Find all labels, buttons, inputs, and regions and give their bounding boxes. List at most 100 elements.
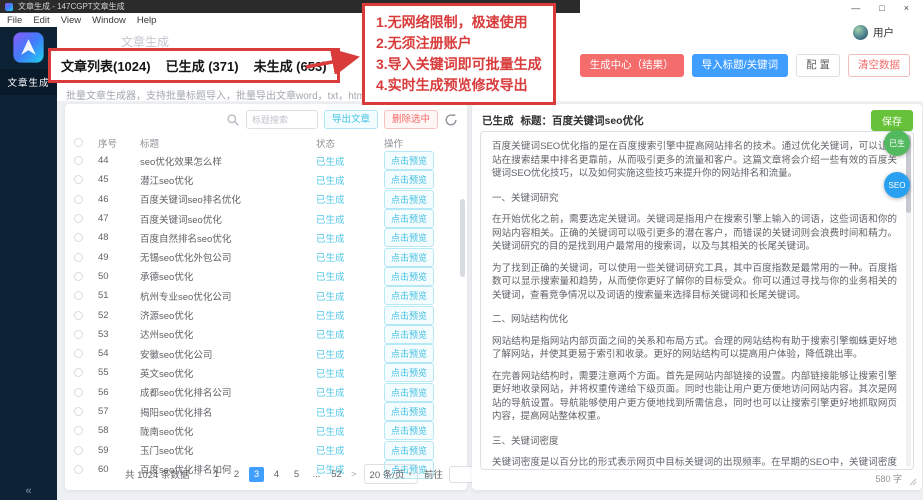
title-search-input[interactable]	[246, 110, 318, 129]
page-button[interactable]: 5	[289, 467, 304, 482]
float-seo-button[interactable]: SEO	[884, 172, 910, 198]
export-articles-button[interactable]: 导出文章	[324, 110, 378, 129]
table-row[interactable]: 55 英文seo优化 已生成 点击预览	[70, 363, 462, 382]
table-row[interactable]: 44 seo优化效果怎么样 已生成 点击预览	[70, 151, 462, 170]
row-title: 百度关键词seo排名优化	[140, 192, 316, 206]
table-row[interactable]: 58 陇南seo优化 已生成 点击预览	[70, 421, 462, 440]
next-page-button[interactable]: >	[350, 469, 358, 480]
row-checkbox[interactable]	[74, 368, 83, 377]
minimize-button[interactable]: —	[851, 4, 860, 13]
row-title: 百度自然排名seo优化	[140, 231, 316, 245]
user-label: 用户	[873, 25, 894, 40]
page-button[interactable]: 4	[269, 467, 284, 482]
page-button[interactable]: 1	[209, 467, 224, 482]
table-row[interactable]: 46 百度关键词seo排名优化 已生成 点击预览	[70, 190, 462, 209]
table-row[interactable]: 47 百度关键词seo优化 已生成 点击预览	[70, 209, 462, 228]
table-row[interactable]: 48 百度自然排名seo优化 已生成 点击预览	[70, 228, 462, 247]
row-checkbox[interactable]	[74, 253, 83, 262]
preview-button[interactable]: 点击预览	[384, 267, 434, 286]
preview-button[interactable]: 点击预览	[384, 383, 434, 402]
row-checkbox[interactable]	[74, 407, 83, 416]
refresh-icon[interactable]	[444, 113, 458, 127]
row-checkbox[interactable]	[74, 349, 83, 358]
row-checkbox[interactable]	[74, 175, 83, 184]
row-checkbox[interactable]	[74, 426, 83, 435]
preview-button[interactable]: 点击预览	[384, 441, 434, 460]
article-textarea[interactable]: 百度关键词SEO优化指的是在百度搜索引擎中提高网站排名的技术。通过优化关键词，可…	[480, 131, 914, 470]
menu-item[interactable]: File	[7, 15, 22, 26]
menu-item[interactable]: View	[61, 15, 81, 26]
annotation-box: 1.无网络限制，极速使用2.无须注册账户3.导入关键词即可批量生成4.实时生成预…	[362, 3, 556, 105]
row-status: 已生成	[316, 366, 384, 380]
sidebar-collapse-icon[interactable]: «	[0, 485, 57, 497]
row-checkbox[interactable]	[74, 330, 83, 339]
preview-button[interactable]: 点击预览	[384, 325, 434, 344]
row-checkbox[interactable]	[74, 195, 83, 204]
resize-handle-icon[interactable]	[908, 477, 917, 486]
row-title: 潜江seo优化	[140, 173, 316, 187]
clear-data-button[interactable]: 清空数据	[848, 54, 910, 77]
table-row[interactable]: 59 玉门seo优化 已生成 点击预览	[70, 440, 462, 459]
row-checkbox[interactable]	[74, 156, 83, 165]
app-icon	[5, 3, 13, 11]
float-generated-button[interactable]: 已生	[884, 130, 910, 156]
row-checkbox[interactable]	[74, 291, 83, 300]
import-titles-button[interactable]: 导入标题/关键词	[692, 54, 788, 77]
generate-center-button[interactable]: 生成中心（结果）	[580, 54, 684, 77]
row-title: 达州seo优化	[140, 327, 316, 341]
editor-status-label: 已生成	[482, 113, 514, 128]
page-button[interactable]: 52	[329, 467, 344, 482]
page-button[interactable]: 3	[249, 467, 264, 482]
preview-button[interactable]: 点击预览	[384, 363, 434, 382]
preview-button[interactable]: 点击预览	[384, 402, 434, 421]
preview-button[interactable]: 点击预览	[384, 306, 434, 325]
row-number: 44	[98, 155, 140, 166]
page-button[interactable]: 2	[229, 467, 244, 482]
row-number: 45	[98, 174, 140, 185]
table-row[interactable]: 49 无锡seo优化外包公司 已生成 点击预览	[70, 247, 462, 266]
row-checkbox[interactable]	[74, 311, 83, 320]
table-row[interactable]: 52 济源seo优化 已生成 点击预览	[70, 305, 462, 324]
list-scrollbar-thumb[interactable]	[460, 199, 465, 277]
goto-label: 前往	[424, 467, 443, 481]
table-row[interactable]: 53 达州seo优化 已生成 点击预览	[70, 325, 462, 344]
row-checkbox[interactable]	[74, 214, 83, 223]
table-row[interactable]: 56 成都seo优化排名公司 已生成 点击预览	[70, 383, 462, 402]
row-checkbox[interactable]	[74, 272, 83, 281]
user-chip[interactable]: 用户	[853, 25, 894, 40]
preview-button[interactable]: 点击预览	[384, 170, 434, 189]
table-row[interactable]: 57 揭阳seo优化排名 已生成 点击预览	[70, 402, 462, 421]
preview-button[interactable]: 点击预览	[384, 344, 434, 363]
table-row[interactable]: 51 杭州专业seo优化公司 已生成 点击预览	[70, 286, 462, 305]
row-number: 55	[98, 367, 140, 378]
row-checkbox[interactable]	[74, 446, 83, 455]
menu-item[interactable]: Help	[137, 15, 157, 26]
close-button[interactable]: ×	[904, 4, 909, 13]
config-button[interactable]: 配 置	[796, 54, 840, 77]
delete-selected-button[interactable]: 删除选中	[384, 110, 438, 129]
select-all-checkbox[interactable]	[74, 138, 83, 147]
table-row[interactable]: 45 潜江seo优化 已生成 点击预览	[70, 170, 462, 189]
preview-button[interactable]: 点击预览	[384, 209, 434, 228]
preview-button[interactable]: 点击预览	[384, 286, 434, 305]
row-title: 济源seo优化	[140, 308, 316, 322]
menu-item[interactable]: Edit	[33, 15, 49, 26]
preview-button[interactable]: 点击预览	[384, 228, 434, 247]
save-button[interactable]: 保存	[871, 110, 913, 131]
page-size-value: 20 条/页	[370, 467, 405, 481]
table-row[interactable]: 54 安徽seo优化公司 已生成 点击预览	[70, 344, 462, 363]
preview-button[interactable]: 点击预览	[384, 421, 434, 440]
row-checkbox[interactable]	[74, 465, 83, 474]
table-row[interactable]: 50 承德seo优化 已生成 点击预览	[70, 267, 462, 286]
page-button[interactable]: ...	[309, 467, 324, 482]
row-checkbox[interactable]	[74, 233, 83, 242]
preview-button[interactable]: 点击预览	[384, 151, 434, 170]
row-checkbox[interactable]	[74, 388, 83, 397]
preview-button[interactable]: 点击预览	[384, 248, 434, 267]
maximize-button[interactable]: □	[879, 4, 884, 13]
menu-item[interactable]: Window	[92, 15, 126, 26]
row-status: 已生成	[316, 347, 384, 361]
preview-button[interactable]: 点击预览	[384, 190, 434, 209]
page-size-select[interactable]: 20 条/页 ▾	[364, 464, 418, 484]
prev-page-button[interactable]: <	[195, 469, 203, 480]
